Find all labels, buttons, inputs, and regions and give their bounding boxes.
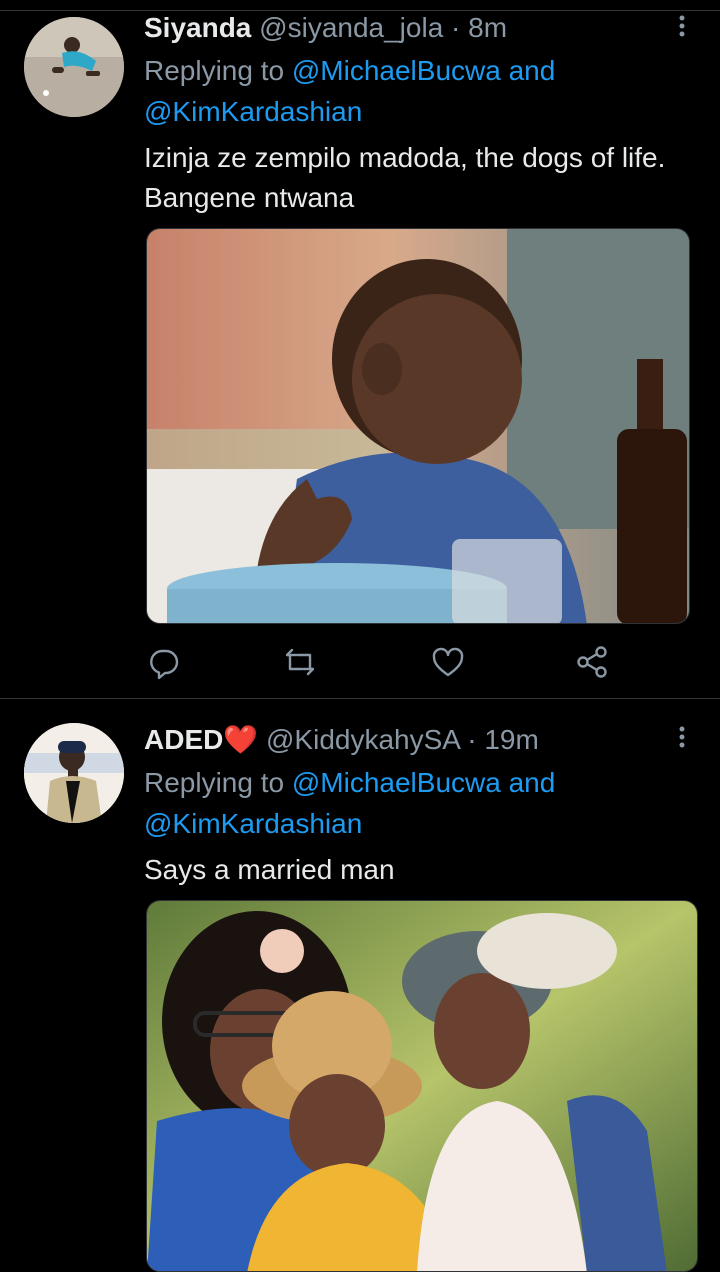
replying-label: Replying to	[144, 767, 285, 798]
reply-icon[interactable]	[146, 644, 182, 680]
user-handle[interactable]: @KiddykahySA	[266, 724, 459, 755]
replying-to: Replying to @MichaelBucwa and @KimKardas…	[144, 762, 680, 844]
timestamp[interactable]: 8m	[468, 12, 507, 43]
avatar[interactable]	[24, 17, 124, 117]
mention-and[interactable]: and	[509, 55, 556, 86]
mention-and[interactable]: and	[509, 767, 556, 798]
tweet-text: Says a married man	[144, 854, 395, 885]
tweet-header: Siyanda @siyanda_jola · 8m	[144, 11, 660, 45]
like-icon[interactable]	[430, 644, 466, 680]
user-handle[interactable]: @siyanda_jola	[259, 12, 443, 43]
tweet[interactable]: Siyanda @siyanda_jola · 8m Replying to @…	[0, 0, 720, 698]
mention-link[interactable]: @KimKardashian	[144, 96, 362, 127]
tweet-header: ADED❤️ @KiddykahySA · 19m	[144, 723, 660, 757]
timestamp[interactable]: 19m	[484, 724, 538, 755]
share-icon[interactable]	[574, 644, 610, 680]
display-name[interactable]: ADED	[144, 724, 223, 755]
more-options-icon[interactable]	[672, 12, 692, 42]
tweet[interactable]: ADED❤️ @KiddykahySA · 19m Replying to @M…	[0, 699, 720, 1272]
separator-dot: ·	[467, 724, 477, 755]
avatar[interactable]	[24, 723, 124, 823]
tweet-text: Izinja ze zempilo madoda, the dogs of li…	[144, 142, 666, 213]
heart-emoji: ❤️	[223, 724, 259, 755]
replying-to: Replying to @MichaelBucwa and @KimKardas…	[144, 50, 680, 132]
separator-dot: ·	[451, 12, 461, 43]
retweet-icon[interactable]	[282, 644, 318, 680]
mention-link[interactable]: @MichaelBucwa	[292, 55, 501, 86]
tweet-actions	[146, 644, 616, 680]
mention-link[interactable]: @MichaelBucwa	[292, 767, 501, 798]
more-options-icon[interactable]	[672, 723, 692, 753]
tweet-media-image[interactable]	[146, 900, 698, 1272]
timeline-feed: Siyanda @siyanda_jola · 8m Replying to @…	[0, 0, 720, 1272]
display-name[interactable]: Siyanda	[144, 12, 251, 43]
mention-link[interactable]: @KimKardashian	[144, 808, 362, 839]
tweet-media-image[interactable]	[146, 228, 690, 624]
replying-label: Replying to	[144, 55, 285, 86]
